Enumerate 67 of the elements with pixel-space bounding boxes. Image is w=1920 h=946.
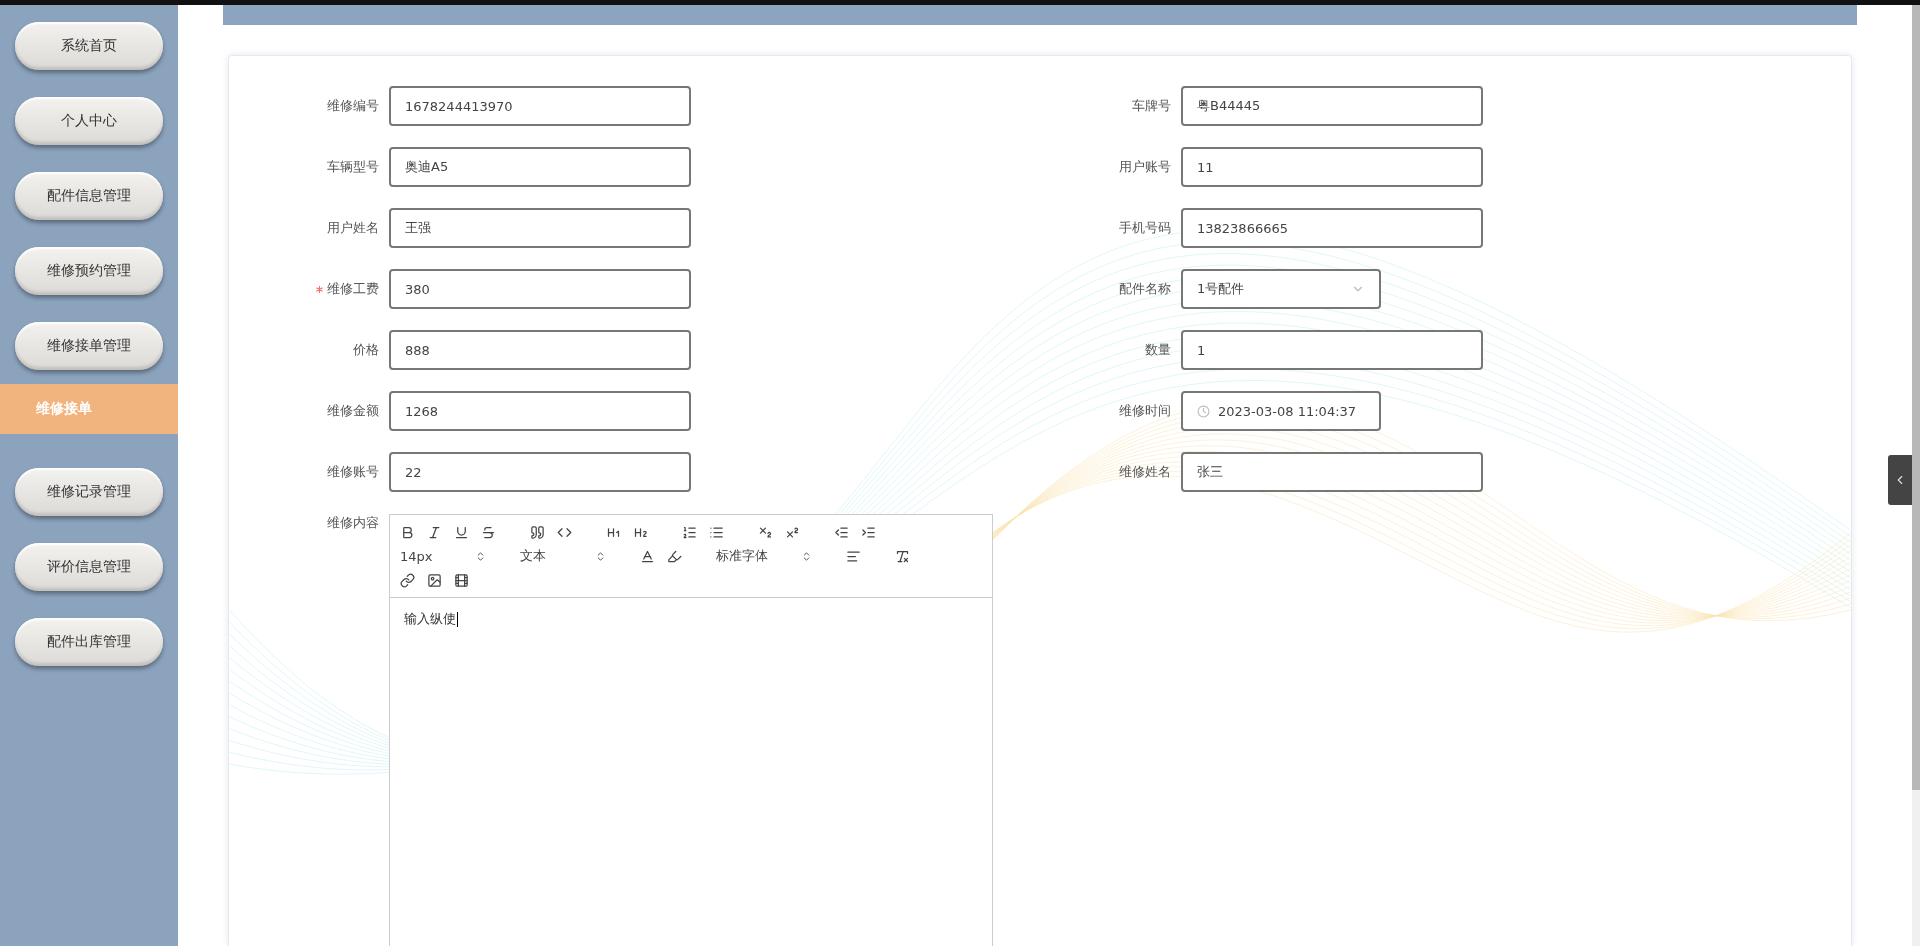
input-field[interactable]: 380 <box>389 269 691 309</box>
font-select[interactable]: 标准字体 <box>716 547 812 565</box>
header-select[interactable]: 文本 <box>520 547 606 565</box>
field-label: 价格 <box>353 341 379 359</box>
input-field[interactable]: 888 <box>389 330 691 370</box>
select-field[interactable]: 1号配件 <box>1181 269 1381 309</box>
bullet-list-icon[interactable] <box>709 524 724 540</box>
sidebar-item[interactable]: 维修预约管理 <box>15 247 163 295</box>
clock-icon <box>1197 404 1210 418</box>
input-field[interactable]: 1678244413970 <box>389 86 691 126</box>
input-field[interactable]: 王强 <box>389 208 691 248</box>
input-field[interactable]: 张三 <box>1181 452 1483 492</box>
field-label: 维修姓名 <box>1119 463 1171 481</box>
field-label: 数量 <box>1145 341 1171 359</box>
input-field[interactable]: 13823866665 <box>1181 208 1483 248</box>
scrollbar[interactable] <box>1912 5 1920 946</box>
indent-icon[interactable] <box>861 524 876 540</box>
highlight-icon[interactable] <box>667 548 682 564</box>
editor-text: 输入纵使 <box>404 610 456 628</box>
clear-format-icon[interactable] <box>895 548 910 564</box>
field-label: 维修时间 <box>1119 402 1171 420</box>
required-asterisk-icon <box>316 285 323 293</box>
sidebar-item[interactable]: 个人中心 <box>15 97 163 145</box>
field-label: 用户账号 <box>1119 158 1171 176</box>
input-field[interactable]: 1 <box>1181 330 1483 370</box>
field-label: 用户姓名 <box>327 219 379 237</box>
field-label: 手机号码 <box>1119 219 1171 237</box>
input-field[interactable]: 粤B44445 <box>1181 86 1483 126</box>
field-label: 车牌号 <box>1132 97 1171 115</box>
sidebar-item[interactable]: 配件出库管理 <box>15 618 163 666</box>
bold-icon[interactable] <box>400 524 415 540</box>
link-icon[interactable] <box>400 572 415 588</box>
sidebar-item[interactable]: 维修记录管理 <box>15 468 163 516</box>
text-caret-icon <box>457 611 458 627</box>
subscript-icon[interactable] <box>758 524 773 540</box>
field-label: 配件名称 <box>1119 280 1171 298</box>
updown-icon <box>595 550 606 562</box>
collapse-toggle[interactable] <box>1888 455 1912 505</box>
text-color-icon[interactable] <box>640 548 655 564</box>
size-select[interactable]: 14px <box>400 548 486 564</box>
datetime-field[interactable]: 2023-03-08 11:04:37 <box>1181 391 1381 431</box>
input-field[interactable]: 奥迪A5 <box>389 147 691 187</box>
updown-icon <box>801 550 812 562</box>
quote-icon[interactable] <box>530 524 545 540</box>
field-label: 维修工费 <box>327 280 379 298</box>
strikethrough-icon[interactable] <box>481 524 496 540</box>
superscript-icon[interactable] <box>785 524 800 540</box>
italic-icon[interactable] <box>427 524 442 540</box>
align-left-icon[interactable] <box>846 548 861 564</box>
outdent-icon[interactable] <box>834 524 849 540</box>
sidebar-item[interactable]: 系统首页 <box>15 22 163 70</box>
input-field[interactable]: 22 <box>389 452 691 492</box>
sidebar-item[interactable]: 配件信息管理 <box>15 172 163 220</box>
input-field[interactable]: 11 <box>1181 147 1483 187</box>
input-field[interactable]: 1268 <box>389 391 691 431</box>
field-label: 维修编号 <box>327 97 379 115</box>
video-icon[interactable] <box>454 572 469 588</box>
sidebar-item[interactable]: 维修接单管理 <box>15 322 163 370</box>
ordered-list-icon[interactable] <box>682 524 697 540</box>
field-label: 维修账号 <box>327 463 379 481</box>
field-label: 车辆型号 <box>327 158 379 176</box>
sidebar-item[interactable]: 评价信息管理 <box>15 543 163 591</box>
field-label: 维修内容 <box>327 514 379 532</box>
updown-icon <box>475 550 486 562</box>
underline-icon[interactable] <box>454 524 469 540</box>
field-label: 维修金额 <box>327 402 379 420</box>
image-icon[interactable] <box>427 572 442 588</box>
